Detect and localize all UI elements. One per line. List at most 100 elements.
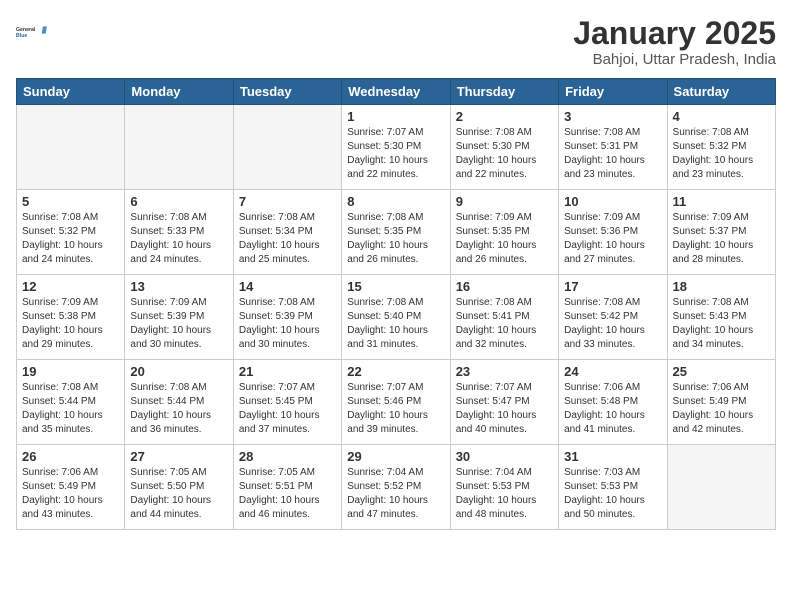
day-number: 16 [456,279,553,294]
day-info: Sunrise: 7:08 AM Sunset: 5:34 PM Dayligh… [239,211,336,267]
calendar-cell: 14 Sunrise: 7:08 AM Sunset: 5:39 PM Dayli… [233,275,341,360]
day-number: 1 [347,109,444,124]
day-info: Sunrise: 7:08 AM Sunset: 5:42 PM Dayligh… [564,296,661,352]
weekday-header-friday: Friday [559,79,667,105]
week-row-4: 26 Sunrise: 7:06 AM Sunset: 5:49 PM Dayli… [17,445,776,530]
calendar-cell: 13Sunrise: 7:09 AM Sunset: 5:39 PM Dayli… [125,275,233,360]
day-info: Sunrise: 7:07 AM Sunset: 5:46 PM Dayligh… [347,381,444,437]
day-info: Sunrise: 7:06 AM Sunset: 5:48 PM Dayligh… [564,381,661,437]
day-info: Sunrise: 7:04 AM Sunset: 5:53 PM Dayligh… [456,466,553,522]
day-info: Sunrise: 7:07 AM Sunset: 5:30 PM Dayligh… [347,126,444,182]
day-number: 4 [673,109,770,124]
calendar-cell: 12 Sunrise: 7:09 AM Sunset: 5:38 PM Dayli… [17,275,125,360]
calendar-cell: 7 Sunrise: 7:08 AM Sunset: 5:34 PM Daylig… [233,190,341,275]
weekday-header-saturday: Saturday [667,79,775,105]
day-info: Sunrise: 7:09 AM Sunset: 5:36 PM Dayligh… [564,211,661,267]
calendar-cell: 2 Sunrise: 7:08 AM Sunset: 5:30 PM Daylig… [450,105,558,190]
day-number: 30 [456,449,553,464]
day-number: 6 [130,194,227,209]
day-number: 20 [130,364,227,379]
day-info: Sunrise: 7:08 AM Sunset: 5:31 PM Dayligh… [564,126,661,182]
day-info: Sunrise: 7:08 AM Sunset: 5:33 PM Dayligh… [130,211,227,267]
calendar-cell [233,105,341,190]
calendar-cell: 30 Sunrise: 7:04 AM Sunset: 5:53 PM Dayli… [450,445,558,530]
svg-text:Blue: Blue [16,33,27,39]
day-info: Sunrise: 7:08 AM Sunset: 5:30 PM Dayligh… [456,126,553,182]
week-row-1: 5 Sunrise: 7:08 AM Sunset: 5:32 PM Daylig… [17,190,776,275]
day-number: 11 [673,194,770,209]
week-row-0: 1 Sunrise: 7:07 AM Sunset: 5:30 PM Daylig… [17,105,776,190]
day-info: Sunrise: 7:07 AM Sunset: 5:47 PM Dayligh… [456,381,553,437]
calendar-cell: 25 Sunrise: 7:06 AM Sunset: 5:49 PM Dayli… [667,360,775,445]
day-number: 28 [239,449,336,464]
calendar-cell: 11 Sunrise: 7:09 AM Sunset: 5:37 PM Dayli… [667,190,775,275]
day-number: 24 [564,364,661,379]
calendar-cell: 26 Sunrise: 7:06 AM Sunset: 5:49 PM Dayli… [17,445,125,530]
week-row-3: 19 Sunrise: 7:08 AM Sunset: 5:44 PM Dayli… [17,360,776,445]
day-number: 14 [239,279,336,294]
day-number: 15 [347,279,444,294]
day-number: 23 [456,364,553,379]
calendar-cell: 19 Sunrise: 7:08 AM Sunset: 5:44 PM Dayli… [17,360,125,445]
calendar-cell: 10 Sunrise: 7:09 AM Sunset: 5:36 PM Dayli… [559,190,667,275]
day-info: Sunrise: 7:08 AM Sunset: 5:40 PM Dayligh… [347,296,444,352]
day-info: Sunrise: 7:05 AM Sunset: 5:50 PM Dayligh… [130,466,227,522]
calendar-subtitle: Bahjoi, Uttar Pradesh, India [573,51,776,68]
calendar-cell: 28Sunrise: 7:05 AM Sunset: 5:51 PM Dayli… [233,445,341,530]
day-info: Sunrise: 7:08 AM Sunset: 5:35 PM Dayligh… [347,211,444,267]
day-number: 9 [456,194,553,209]
calendar-cell: 22 Sunrise: 7:07 AM Sunset: 5:46 PM Dayli… [342,360,450,445]
day-info: Sunrise: 7:03 AM Sunset: 5:53 PM Dayligh… [564,466,661,522]
day-info: Sunrise: 7:08 AM Sunset: 5:32 PM Dayligh… [22,211,119,267]
day-info: Sunrise: 7:08 AM Sunset: 5:32 PM Dayligh… [673,126,770,182]
calendar-cell [125,105,233,190]
calendar-cell: 21Sunrise: 7:07 AM Sunset: 5:45 PM Dayli… [233,360,341,445]
title-block: January 2025 Bahjoi, Uttar Pradesh, Indi… [573,16,776,68]
calendar-cell: 24 Sunrise: 7:06 AM Sunset: 5:48 PM Dayli… [559,360,667,445]
day-info: Sunrise: 7:06 AM Sunset: 5:49 PM Dayligh… [673,381,770,437]
calendar-cell: 20Sunrise: 7:08 AM Sunset: 5:44 PM Dayli… [125,360,233,445]
day-info: Sunrise: 7:07 AM Sunset: 5:45 PM Dayligh… [239,381,336,437]
calendar-table: SundayMondayTuesdayWednesdayThursdayFrid… [16,78,776,530]
day-number: 8 [347,194,444,209]
weekday-header-tuesday: Tuesday [233,79,341,105]
day-info: Sunrise: 7:09 AM Sunset: 5:38 PM Dayligh… [22,296,119,352]
calendar-cell: 17Sunrise: 7:08 AM Sunset: 5:42 PM Dayli… [559,275,667,360]
calendar-cell: 29Sunrise: 7:04 AM Sunset: 5:52 PM Dayli… [342,445,450,530]
day-number: 2 [456,109,553,124]
calendar-cell: 15 Sunrise: 7:08 AM Sunset: 5:40 PM Dayli… [342,275,450,360]
day-info: Sunrise: 7:08 AM Sunset: 5:41 PM Dayligh… [456,296,553,352]
day-info: Sunrise: 7:08 AM Sunset: 5:43 PM Dayligh… [673,296,770,352]
weekday-header-monday: Monday [125,79,233,105]
week-row-2: 12 Sunrise: 7:09 AM Sunset: 5:38 PM Dayli… [17,275,776,360]
day-number: 18 [673,279,770,294]
logo-icon: General Blue [16,16,48,48]
day-info: Sunrise: 7:09 AM Sunset: 5:35 PM Dayligh… [456,211,553,267]
page-header: General Blue January 2025 Bahjoi, Uttar … [16,16,776,68]
day-info: Sunrise: 7:08 AM Sunset: 5:44 PM Dayligh… [22,381,119,437]
day-number: 26 [22,449,119,464]
weekday-header-wednesday: Wednesday [342,79,450,105]
calendar-cell: 1 Sunrise: 7:07 AM Sunset: 5:30 PM Daylig… [342,105,450,190]
day-info: Sunrise: 7:06 AM Sunset: 5:49 PM Dayligh… [22,466,119,522]
calendar-cell: 16 Sunrise: 7:08 AM Sunset: 5:41 PM Dayli… [450,275,558,360]
day-number: 19 [22,364,119,379]
day-number: 25 [673,364,770,379]
day-info: Sunrise: 7:08 AM Sunset: 5:39 PM Dayligh… [239,296,336,352]
day-number: 31 [564,449,661,464]
calendar-cell: 5 Sunrise: 7:08 AM Sunset: 5:32 PM Daylig… [17,190,125,275]
logo: General Blue [16,16,48,48]
calendar-cell: 4 Sunrise: 7:08 AM Sunset: 5:32 PM Daylig… [667,105,775,190]
calendar-cell [17,105,125,190]
calendar-cell: 6 Sunrise: 7:08 AM Sunset: 5:33 PM Daylig… [125,190,233,275]
calendar-cell: 27Sunrise: 7:05 AM Sunset: 5:50 PM Dayli… [125,445,233,530]
day-number: 10 [564,194,661,209]
weekday-header-thursday: Thursday [450,79,558,105]
day-number: 5 [22,194,119,209]
svg-text:General: General [16,27,36,33]
day-number: 7 [239,194,336,209]
day-number: 22 [347,364,444,379]
calendar-cell: 18 Sunrise: 7:08 AM Sunset: 5:43 PM Dayli… [667,275,775,360]
day-number: 12 [22,279,119,294]
day-info: Sunrise: 7:09 AM Sunset: 5:37 PM Dayligh… [673,211,770,267]
